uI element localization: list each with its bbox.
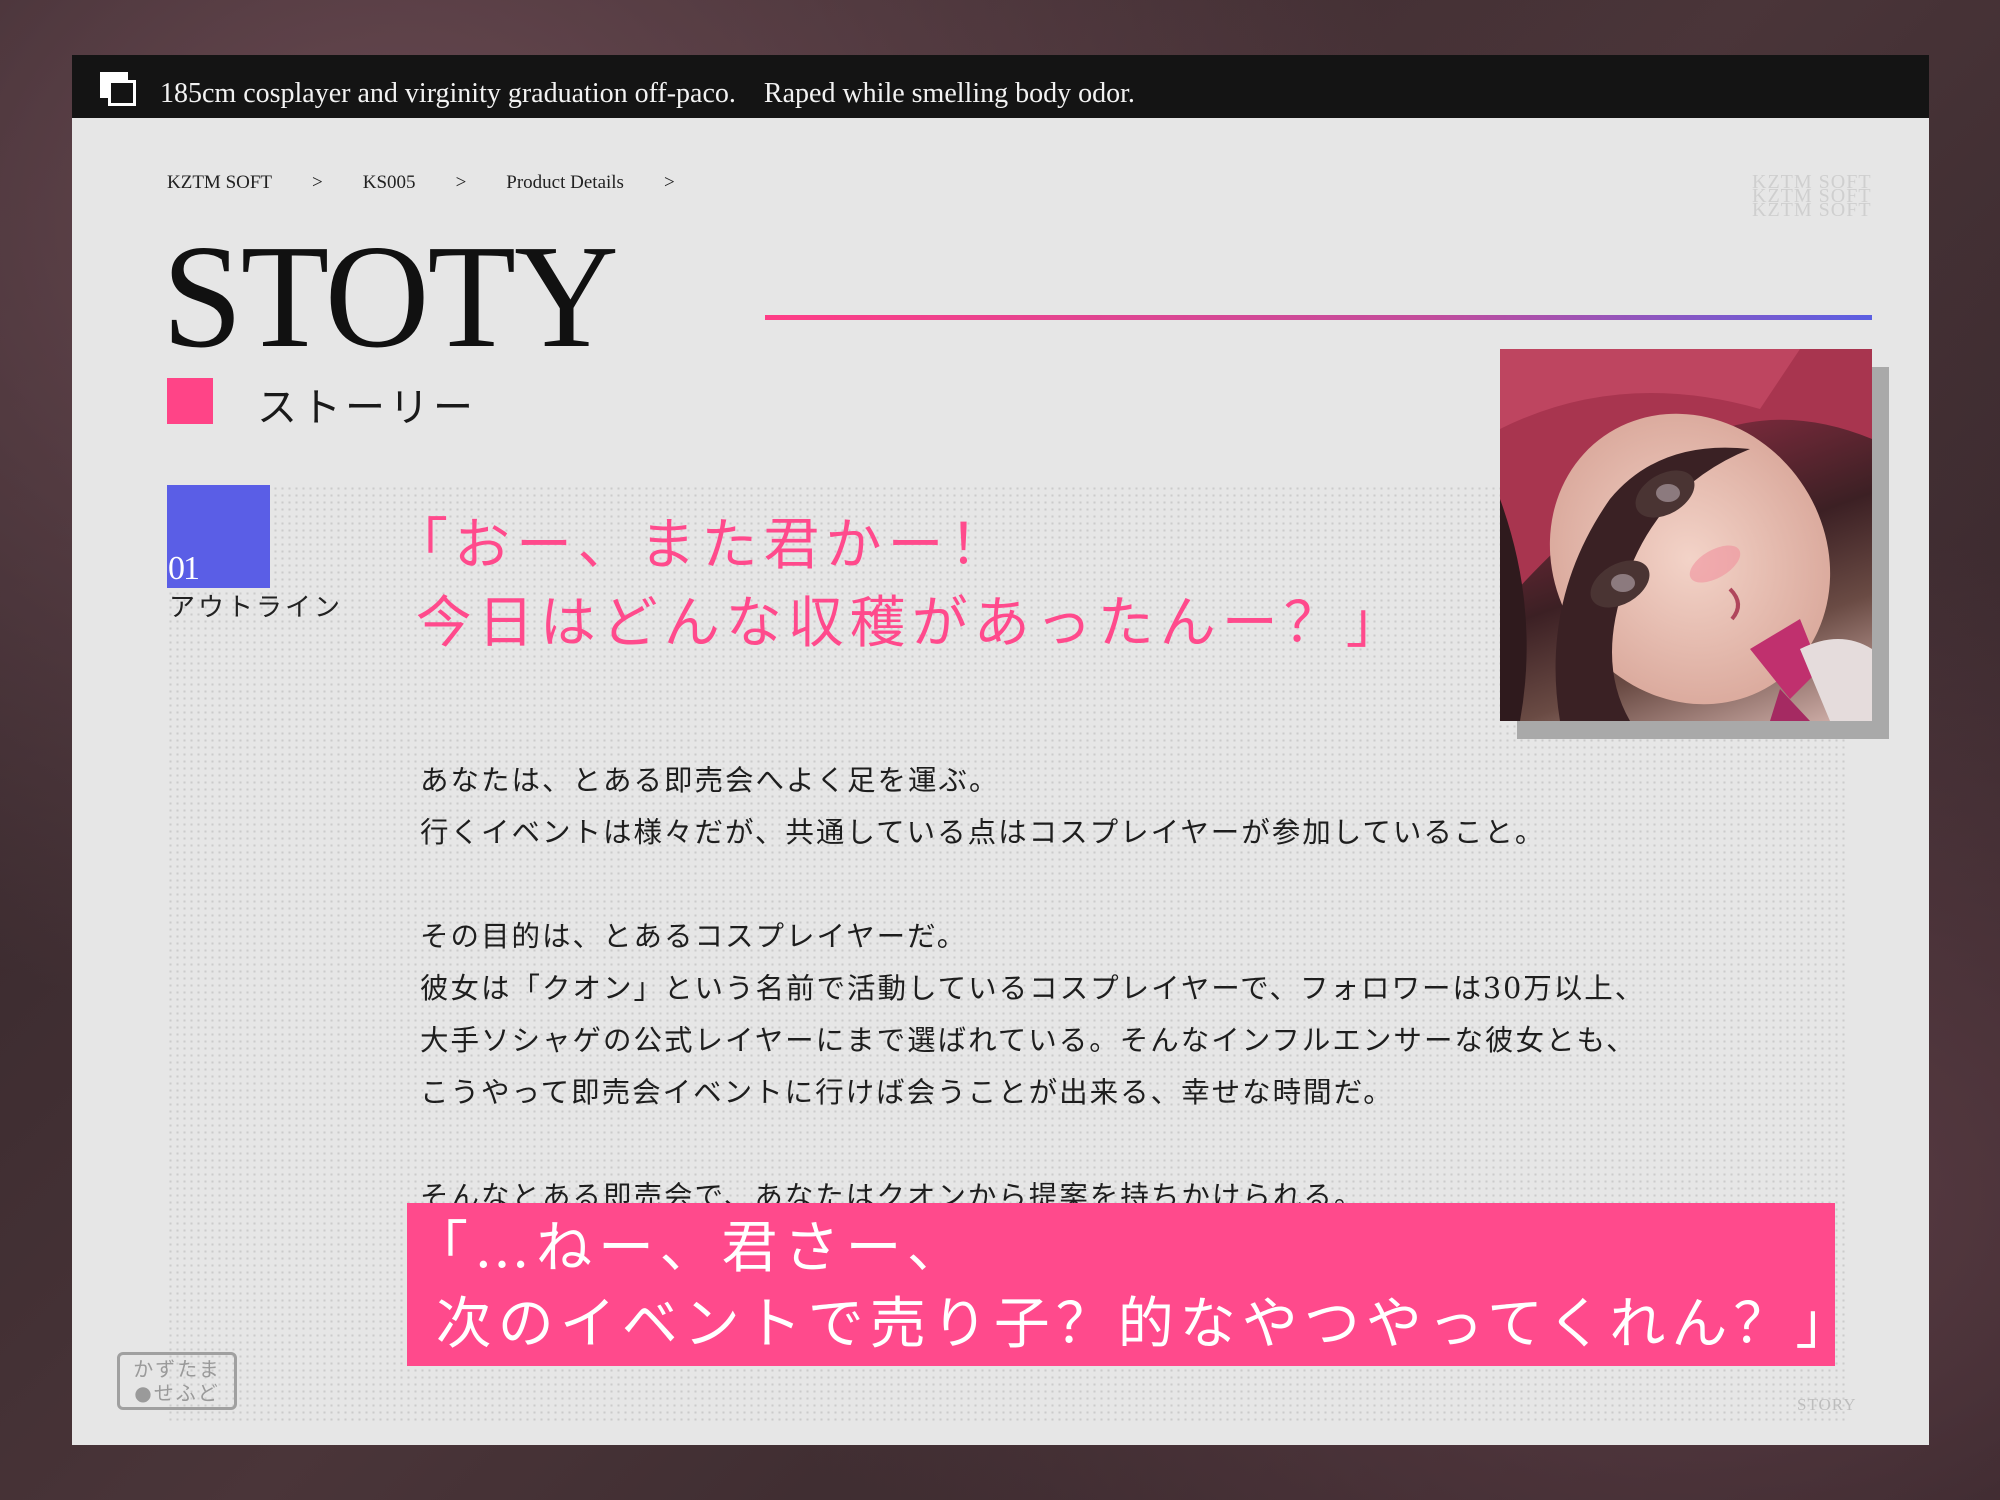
watermark-line: KZTM SOFT: [1752, 199, 1872, 221]
brand-watermark: KZTM SOFT KZTM SOFT KZTM SOFT: [1752, 172, 1872, 221]
breadcrumb-separator: >: [312, 172, 323, 193]
logo-line: かずたま: [133, 1357, 221, 1381]
breadcrumb: KZTM SOFT > KS005 > Product Details >: [167, 172, 715, 194]
outline-label: アウトライン: [169, 593, 344, 623]
breadcrumb-item-kztm-soft[interactable]: KZTM SOFT: [167, 172, 272, 194]
top-bar: 185cm cosplayer and virginity graduation…: [72, 55, 1929, 118]
section-marker-square: [167, 378, 213, 424]
product-title: 185cm cosplayer and virginity graduation…: [160, 78, 1135, 109]
outline-number: 01: [168, 550, 200, 587]
breadcrumb-item-ks005[interactable]: KS005: [363, 172, 416, 194]
footer-section-label: STORY: [1797, 1395, 1857, 1414]
story-panel: 185cm cosplayer and virginity graduation…: [72, 55, 1929, 1445]
page-title: STOTY: [162, 215, 619, 379]
window-stack-icon: [100, 72, 138, 108]
story-body-text: あなたは、とある即売会へよく足を運ぶ。 行くイベントは様々だが、共通している点は…: [420, 764, 1646, 1213]
character-portrait: [1500, 349, 1872, 721]
breadcrumb-item-product-details[interactable]: Product Details: [506, 172, 624, 194]
section-title: ストーリー: [257, 385, 477, 431]
quote-top: 「おー、また君かー！ 今日はどんな収穫があったんー？」: [392, 513, 1408, 656]
logo-line: ●せふど: [134, 1381, 220, 1405]
breadcrumb-separator: >: [663, 172, 675, 193]
breadcrumb-separator: >: [455, 172, 467, 193]
portrait-illustration: [1500, 349, 1872, 721]
quote-bottom: 「…ねー、君さー、 次のイベントで売り子？的なやつやってくれん？」: [412, 1216, 1858, 1357]
brand-logo-stamp: かずたま ●せふど: [117, 1352, 237, 1410]
gradient-divider: [765, 315, 1872, 320]
